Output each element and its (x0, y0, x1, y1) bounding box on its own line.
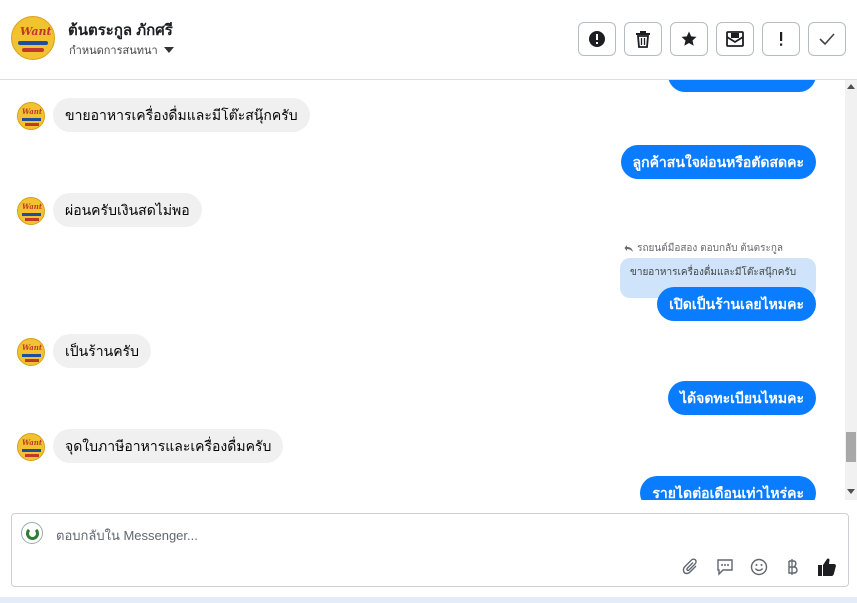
avatar-logo-decoration (22, 48, 44, 52)
avatar-logo-decoration (22, 118, 41, 121)
outgoing-message[interactable]: เปิดเป็นร้านเลยไหมคะ (657, 287, 816, 321)
bottom-divider (0, 597, 857, 603)
exclamation-icon (780, 32, 783, 46)
quick-reply-button[interactable] (714, 556, 736, 578)
incoming-message[interactable]: ขายอาหารเครื่องดื่มและมีโต๊ะสนุ๊กครับ (53, 98, 310, 132)
spam-report-button[interactable] (578, 22, 616, 56)
contact-name[interactable]: ต้นตระกูล ภักศรี (68, 18, 173, 42)
done-button[interactable] (808, 22, 846, 56)
emoji-icon (750, 558, 768, 576)
follow-up-button[interactable] (762, 22, 800, 56)
avatar-logo-decoration (25, 359, 39, 362)
chevron-down-icon (163, 47, 174, 53)
avatar-logo-text: Want (22, 107, 43, 116)
avatar-logo-decoration (22, 354, 41, 357)
avatar-logo-decoration (25, 454, 39, 457)
conversation-toolbar (578, 22, 846, 56)
check-icon (819, 33, 835, 46)
reply-context: รถยนต์มือสอง ตอบกลับ ต้นตระกูล (624, 241, 783, 256)
message-thread[interactable]: Want ขายอาหารเครื่องดื่มและมีโต๊ะสนุ๊กคร… (0, 80, 845, 500)
thumbs-up-icon (818, 558, 836, 576)
avatar-logo-decoration (22, 449, 41, 452)
reply-input[interactable] (56, 524, 756, 546)
avatar-logo-text: Want (22, 343, 43, 352)
avatar-logo-decoration (18, 41, 48, 45)
avatar-logo-text: Want (22, 202, 43, 211)
outgoing-message[interactable]: รายไดต่อเดือนเท่าไหร่คะ (640, 476, 816, 500)
paperclip-icon (682, 558, 697, 575)
baht-icon (788, 559, 798, 575)
envelope-icon (726, 31, 744, 47)
like-button[interactable] (816, 556, 838, 578)
incoming-message[interactable]: เป็นร้านครับ (53, 334, 151, 368)
sender-avatar[interactable]: Want (17, 197, 45, 225)
composer-actions (680, 556, 838, 578)
avatar-logo-text: Want (20, 25, 52, 38)
avatar-logo-decoration (25, 123, 39, 126)
message-composer (11, 513, 849, 587)
trash-icon (636, 31, 650, 48)
assign-conversation-dropdown[interactable]: กำหนดการสนทนา (69, 41, 174, 59)
incoming-message[interactable]: ผ่อนครับเงินสดไม่พอ (53, 193, 202, 227)
scroll-up-arrow-icon[interactable] (847, 84, 855, 89)
reply-context-text: รถยนต์มือสอง ตอบกลับ ต้นตระกูล (637, 243, 783, 254)
alert-circle-icon (589, 31, 605, 47)
partial-outgoing-message (668, 80, 816, 92)
star-icon (681, 31, 697, 46)
scrollbar-thumb[interactable] (846, 432, 856, 462)
reply-arrow-icon (624, 245, 634, 252)
incoming-message[interactable]: จุดใบภาษีอาหารและเครื่องดื่มครับ (53, 429, 284, 463)
conversation-header: Want ต้นตระกูล ภักศรี กำหนดการสนทนา (0, 0, 857, 80)
page-avatar (21, 522, 43, 544)
sender-avatar[interactable]: Want (17, 338, 45, 366)
star-button[interactable] (670, 22, 708, 56)
delete-button[interactable] (624, 22, 662, 56)
payment-button[interactable] (782, 556, 804, 578)
page-logo-icon (26, 527, 39, 540)
sender-avatar[interactable]: Want (17, 433, 45, 461)
avatar-logo-decoration (25, 218, 39, 221)
messenger-conversation-panel: Want ต้นตระกูล ภักศรี กำหนดการสนทนา Want… (0, 0, 857, 603)
quick-reply-icon (717, 559, 733, 576)
contact-avatar[interactable]: Want (11, 16, 55, 60)
sender-avatar[interactable]: Want (17, 102, 45, 130)
attach-file-button[interactable] (680, 556, 702, 578)
avatar-logo-decoration (22, 213, 41, 216)
assign-conversation-label: กำหนดการสนทนา (69, 45, 158, 57)
message-scrollbar[interactable] (845, 80, 857, 500)
mark-unread-button[interactable] (716, 22, 754, 56)
emoji-button[interactable] (748, 556, 770, 578)
avatar-logo-text: Want (22, 438, 43, 447)
scroll-down-arrow-icon[interactable] (847, 489, 855, 494)
outgoing-message[interactable]: ได้จดทะเบียนไหมคะ (667, 381, 816, 415)
outgoing-message[interactable]: ลูกค้าสนใจผ่อนหรือตัดสดคะ (620, 145, 816, 179)
